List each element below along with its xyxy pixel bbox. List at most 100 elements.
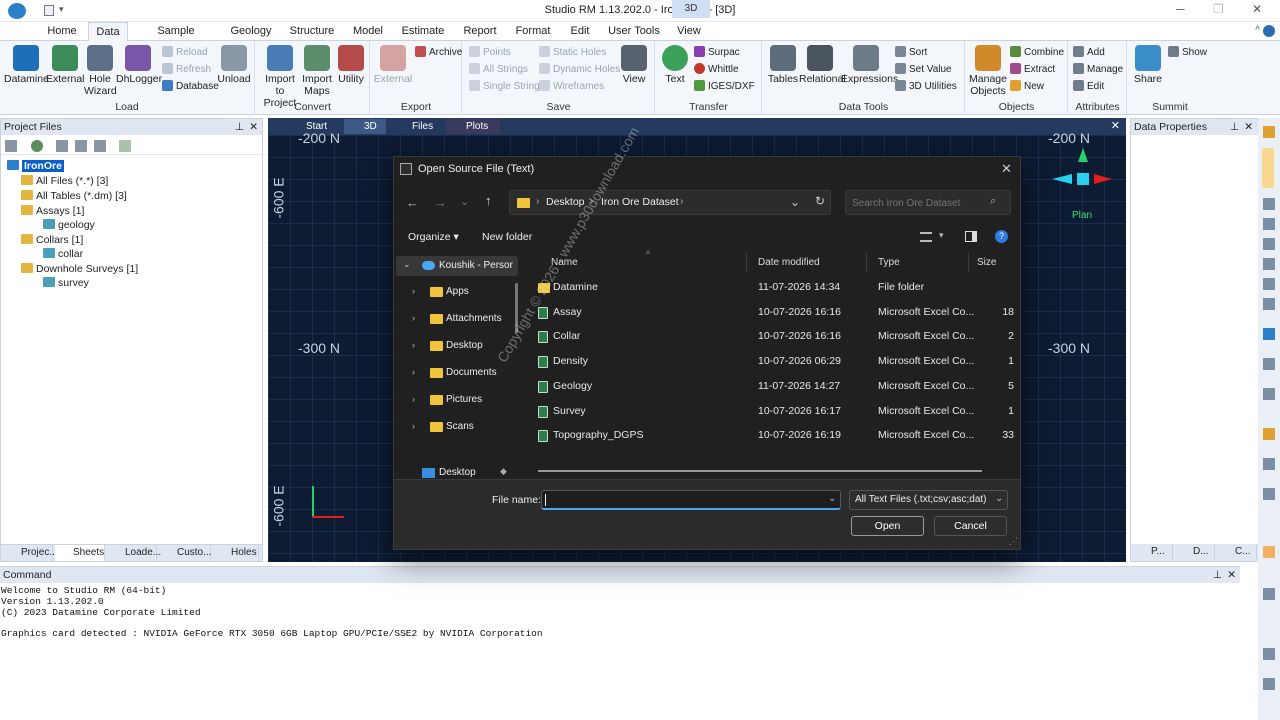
tab-loaded[interactable]: Loade... [107,545,161,561]
search-input[interactable] [852,195,984,211]
file-row[interactable]: Datamine 11-07-2026 14:34 File folder [528,277,1014,299]
toolstrip-icon[interactable] [1263,298,1275,310]
tab-custom[interactable]: C... [1217,544,1257,560]
extract-button[interactable]: Extract [1010,62,1055,78]
file-type-select[interactable]: All Text Files (.txt;csv;asc;dat) ⌄ [849,490,1008,510]
horizontal-scrollbar[interactable] [538,470,982,472]
nav-item-pictures[interactable]: › Pictures [408,392,518,410]
tab-data[interactable]: D... [1175,544,1215,560]
breadcrumb-dataset[interactable]: Iron Ore Dataset [601,196,679,208]
panel-close-icon[interactable]: ✕ [249,119,258,135]
nav-item-onedrive[interactable]: ⌄ Koushik - Persor [396,256,518,276]
tab-properties[interactable]: P... [1133,544,1173,560]
whittle-button[interactable]: Whittle [694,62,739,78]
open-button[interactable]: Open [851,516,924,536]
file-name-field[interactable]: ⌄ [541,490,841,510]
column-type[interactable]: Type [878,257,900,268]
tab-structure[interactable]: Structure [286,22,338,41]
tab-plots[interactable]: Plots [446,119,500,134]
forward-icon[interactable]: → [434,195,447,210]
organize-button[interactable]: Organize ▾ [408,231,459,243]
save-wireframes-button[interactable]: Wireframes [539,79,604,95]
toolbar-refresh-icon[interactable] [31,140,43,152]
toolstrip-icon[interactable] [1263,358,1275,370]
close-icon[interactable]: ✕ [1252,2,1262,16]
toolstrip-icon[interactable] [1263,388,1275,400]
hole-wizard-button[interactable]: Hole Wizard [84,45,117,97]
file-row[interactable]: Survey 10-07-2026 16:17 Microsoft Excel Co… [528,401,1014,423]
toolstrip-icon[interactable] [1263,588,1275,600]
unload-button[interactable]: Unload [216,45,252,85]
tab-format[interactable]: Format [510,22,556,41]
toolbar-filter-icon[interactable] [75,140,87,152]
text-button[interactable]: Text [658,45,692,85]
preview-pane-icon[interactable] [965,231,977,242]
toolstrip-icon[interactable] [1263,238,1275,250]
save-view-button[interactable]: View [619,45,649,85]
compass-widget[interactable]: Plan [1052,148,1112,221]
tab-view[interactable]: View [674,22,704,41]
up-icon[interactable]: ↑ [485,193,492,208]
toolstrip-icon[interactable] [1263,126,1275,138]
pin-icon[interactable]: ⊥ [1213,567,1222,583]
tab-3d[interactable]: 3D [344,119,386,134]
nav-item-scans[interactable]: › Scans [408,419,518,437]
restore-icon[interactable]: ❐ [1213,2,1224,16]
tree-geology[interactable]: geology [43,218,95,232]
cancel-button[interactable]: Cancel [934,516,1007,536]
refresh-button[interactable]: Refresh [162,62,211,78]
datamine-button[interactable]: Datamine [4,45,49,85]
panel-close-icon[interactable]: ✕ [1244,119,1253,135]
dialog-close-icon[interactable]: ✕ [1001,161,1012,177]
tree-all-tables[interactable]: All Tables (*.dm) [3] [21,189,127,203]
tree-downhole-surveys[interactable]: Downhole Surveys [1] [21,262,138,276]
toolstrip-icon[interactable] [1263,278,1275,290]
tab-data[interactable]: Data [88,22,128,41]
ribbon-collapse-icon[interactable]: ^ [1255,25,1260,36]
toolstrip-icon[interactable] [1263,648,1275,660]
refresh-icon[interactable]: ↻ [815,194,825,208]
toolbar-copy-icon[interactable] [56,140,68,152]
address-dropdown-icon[interactable]: ⌄ [790,195,800,209]
manage-objects-button[interactable]: Manage Objects [968,45,1008,97]
nav-item-desktop-2[interactable]: Desktop ◆ [408,465,518,479]
toolstrip-icon[interactable] [1263,488,1275,500]
back-icon[interactable]: ← [406,195,419,210]
expressions-button[interactable]: Expressions [841,45,898,85]
3d-utilities-button[interactable]: 3D Utilities [895,79,957,95]
toolstrip-icon[interactable] [1263,428,1275,440]
breadcrumb-desktop[interactable]: Desktop [546,196,585,208]
tab-model[interactable]: Model [348,22,388,41]
panel-close-icon[interactable]: ✕ [1227,567,1236,583]
tree-assays[interactable]: Assays [1] [21,204,84,218]
nav-item-documents[interactable]: › Documents [408,365,518,383]
toolstrip-icon[interactable] [1263,328,1275,340]
expand-icon[interactable]: › [412,286,415,296]
search-box[interactable]: ⌕ [845,190,1011,215]
tab-custom[interactable]: Custo... [159,545,211,561]
expand-icon[interactable]: › [412,313,415,323]
expand-icon[interactable]: ⌄ [403,259,411,270]
view-dropdown-icon[interactable]: ▾ [939,230,944,241]
relational-button[interactable]: Relational [799,45,846,85]
save-single-string-button[interactable]: Single String [469,79,540,95]
reload-button[interactable]: Reload [162,45,208,61]
show-button[interactable]: Show [1168,45,1207,61]
set-value-button[interactable]: Set Value [895,62,952,78]
archive-button[interactable]: Archive [415,45,462,61]
external-button[interactable]: External [46,45,85,85]
share-button[interactable]: Share [1132,45,1164,85]
column-divider[interactable] [968,253,969,273]
tree-collar[interactable]: collar [43,247,83,261]
column-date[interactable]: Date modified [758,257,820,268]
expand-icon[interactable]: › [412,421,415,431]
iges-dxf-button[interactable]: IGES/DXF [694,79,755,95]
new-object-button[interactable]: New [1010,79,1044,95]
help-icon[interactable]: ? [995,230,1008,243]
file-row[interactable]: Topography_DGPS 10-07-2026 16:19 Microsoft… [528,425,1014,447]
tables-button[interactable]: Tables [767,45,799,85]
surpac-button[interactable]: Surpac [694,45,740,61]
tab-home[interactable]: Home [40,22,84,41]
nav-item-apps[interactable]: › Apps [408,284,518,302]
file-row[interactable]: Assay 10-07-2026 16:16 Microsoft Excel Co.… [528,302,1014,324]
